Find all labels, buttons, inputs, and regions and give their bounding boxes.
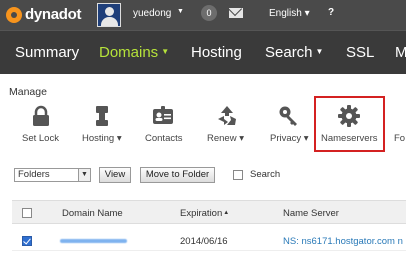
tool-label: Privacy ▾ [270, 133, 309, 144]
contact-card-icon [153, 106, 173, 124]
sort-ascending-icon: ▲ [223, 210, 230, 216]
view-button[interactable]: View [99, 167, 131, 183]
manage-title: Manage [9, 86, 47, 98]
search-checkbox[interactable] [233, 170, 243, 180]
tool-contacts[interactable]: Contacts [145, 103, 185, 149]
notification-badge[interactable]: 0 [201, 5, 217, 21]
tool-hosting[interactable]: Hosting ▾ [82, 103, 122, 149]
tool-privacy[interactable]: Privacy ▾ [270, 103, 310, 149]
help-icon[interactable]: ? [328, 7, 334, 18]
nav-hosting[interactable]: Hosting [191, 44, 242, 61]
nav-summary[interactable]: Summary [15, 44, 79, 61]
move-to-folder-button[interactable]: Move to Folder [140, 167, 215, 183]
row-divider [12, 250, 406, 251]
folder-select-value: Folders [18, 169, 50, 180]
dynadot-logo[interactable]: dynadot [6, 6, 82, 23]
folder-select[interactable]: Folders ▼ [14, 168, 91, 182]
name-server-link[interactable]: NS: ns6171.hostgator.com n [283, 236, 403, 247]
tool-set-lock[interactable]: Set Lock [22, 103, 62, 149]
user-menu-caret-icon[interactable]: ▼ [177, 8, 184, 15]
domain-name-link[interactable] [60, 239, 127, 243]
tool-label: Fo [394, 133, 406, 144]
mail-icon[interactable] [229, 8, 243, 18]
nameservers-highlight-box [314, 96, 385, 152]
chevron-down-icon: ▼ [315, 47, 324, 56]
expiration-date: 2014/06/16 [180, 236, 228, 247]
select-all-checkbox[interactable] [22, 208, 32, 218]
nav-domains[interactable]: Domains ▼ [99, 44, 169, 61]
column-name-server[interactable]: Name Server [283, 208, 339, 219]
top-bar: dynadot yuedong ▼ 0 English ▾ ? [0, 0, 406, 30]
avatar[interactable] [97, 3, 121, 27]
logo-mark-icon [6, 6, 22, 23]
tool-label: Renew ▾ [207, 133, 244, 144]
key-icon [279, 106, 297, 126]
tool-folders[interactable]: Fo [392, 103, 406, 149]
tool-renew[interactable]: Renew ▾ [207, 103, 247, 149]
tool-label: Set Lock [22, 133, 59, 144]
nav-more[interactable]: M [395, 44, 406, 61]
chevron-down-icon: ▼ [161, 47, 170, 56]
tool-label: Hosting ▾ [82, 133, 122, 144]
chevron-down-icon[interactable]: ▼ [78, 169, 90, 181]
column-expiration[interactable]: Expiration▲ [180, 208, 229, 219]
row-checkbox[interactable] [22, 236, 32, 246]
recycle-icon [218, 106, 236, 125]
nav-search[interactable]: Search ▼ [265, 44, 323, 61]
nav-ssl[interactable]: SSL [346, 44, 374, 61]
logo-text: dynadot [25, 6, 82, 23]
username[interactable]: yuedong [133, 8, 171, 19]
language-selector[interactable]: English ▾ [269, 8, 310, 19]
tool-label: Contacts [145, 133, 183, 144]
column-domain-name[interactable]: Domain Name [62, 208, 123, 219]
search-label: Search [250, 169, 281, 180]
pipe-icon [96, 106, 108, 126]
lock-icon [33, 105, 49, 126]
